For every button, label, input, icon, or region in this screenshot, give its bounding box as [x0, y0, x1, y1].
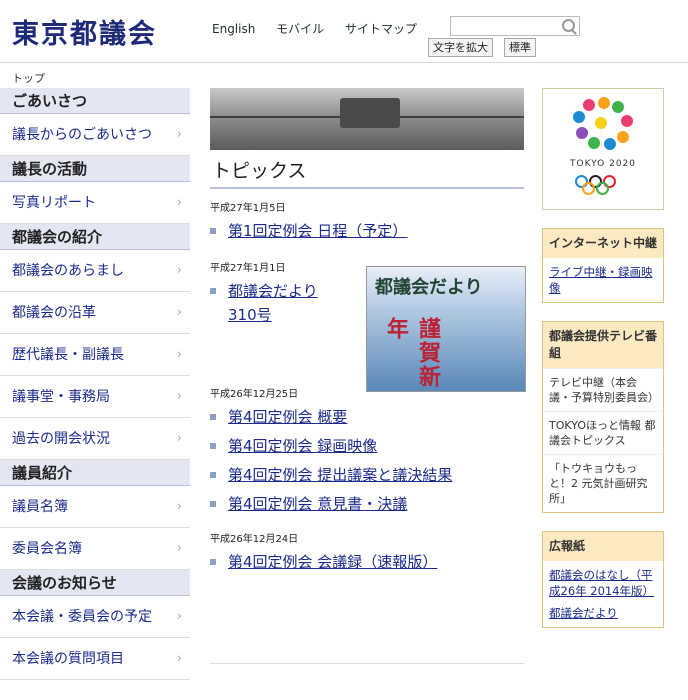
sidebar-item-past-chairs[interactable]: 歴代議長・副議長 › [0, 334, 190, 376]
news-link[interactable]: 第4回定例会 提出議案と議決結果 [210, 463, 524, 487]
pr-link[interactable]: 都議会のはなし（平成26年 2014年版） [543, 561, 663, 605]
mobile-link[interactable]: モバイル [276, 22, 324, 36]
news-date: 平成26年12月24日 [210, 534, 299, 545]
search-input[interactable] [450, 16, 580, 36]
pr-link[interactable]: 都議会だより [543, 605, 663, 627]
section-divider [210, 663, 524, 664]
news-date: 平成27年1月5日 [210, 203, 286, 214]
sidebar-item-past-sessions[interactable]: 過去の開会状況 › [0, 418, 190, 460]
chevron-right-icon: › [176, 347, 182, 362]
news-link[interactable]: 第4回定例会 意見書・決議 [210, 492, 524, 516]
main-content: トピックス 平成27年1月5日 第1回定例会 日程（予定） 平成27年1月1日 … [210, 88, 526, 664]
news-link[interactable]: 第1回定例会 日程（予定） [210, 219, 524, 243]
chevron-right-icon: › [176, 389, 182, 404]
sidebar-item-label: 写真リポート [12, 195, 96, 211]
chevron-right-icon: › [176, 127, 182, 142]
panel-heading: インターネット中継 [543, 229, 663, 258]
panel-heading: 広報紙 [543, 532, 663, 561]
news-link[interactable]: 都議会だより 310号 [210, 279, 348, 327]
sidebar-heading-chair-activity: 議長の活動 [0, 156, 190, 182]
sidebar-item-building-secretariat[interactable]: 議事堂・事務局 › [0, 376, 190, 418]
sidebar-item-label: 議事堂・事務局 [12, 389, 110, 405]
search-icon[interactable] [562, 19, 575, 32]
live-recorded-video-link[interactable]: ライブ中継・録画映像 [543, 258, 663, 302]
tv-program-item: テレビ中継（本会議・予算特別委員会） [543, 368, 663, 411]
sidebar-item-label: 本会議の質問項目 [12, 651, 124, 667]
news-link[interactable]: 第4回定例会 録画映像 [210, 434, 524, 458]
sidebar-item-label: 本会議・委員会の予定 [12, 609, 152, 625]
sidebar-item-label: 議員名簿 [12, 499, 68, 515]
tokyo-2020-banner[interactable]: TOKYO 2020 [542, 88, 664, 210]
newsletter-cover-title: 都議会だより [375, 277, 483, 298]
chevron-right-icon: › [176, 263, 182, 278]
tv-program-panel: 都議会提供テレビ番組 テレビ中継（本会議・予算特別委員会） TOKYOほっと情報… [542, 321, 664, 513]
sidebar-item-overview[interactable]: 都議会のあらまし › [0, 250, 190, 292]
chevron-right-icon: › [176, 651, 182, 666]
chevron-right-icon: › [176, 499, 182, 514]
sidebar-item-label: 歴代議長・副議長 [12, 347, 124, 363]
sidebar-item-label: 都議会のあらまし [12, 263, 124, 279]
sidebar-item-photo-report[interactable]: 写真リポート › [0, 182, 190, 224]
enlarge-text-button[interactable]: 文字を拡大 [428, 38, 493, 57]
sitemap-link[interactable]: サイトマップ [345, 22, 417, 36]
chevron-right-icon: › [176, 195, 182, 210]
sidebar-item-committee-list[interactable]: 委員会名簿 › [0, 528, 190, 570]
right-column: TOKYO 2020 インターネット中継 ライブ中継・録画映像 都議会提供テレビ… [542, 88, 664, 628]
news-link[interactable]: 第4回定例会 会議録（速報版） [210, 550, 524, 574]
sidebar-item-label: 委員会名簿 [12, 541, 82, 557]
tv-program-item: TOKYOほっと情報 都議会トピックス [543, 411, 663, 454]
news-link[interactable]: 第4回定例会 概要 [210, 405, 524, 429]
panel-heading[interactable]: 都議会提供テレビ番組 [543, 322, 663, 368]
sidebar-heading-assembly-intro: 都議会の紹介 [0, 224, 190, 250]
tokyo-2020-text: TOKYO 2020 [569, 159, 637, 169]
site-title[interactable]: 東京都議会 [12, 12, 157, 51]
internet-broadcast-panel: インターネット中継 ライブ中継・録画映像 [542, 228, 664, 303]
sidebar-item-history[interactable]: 都議会の沿革 › [0, 292, 190, 334]
site-header: 東京都議会 English モバイル サイトマップ 文字を拡大 標準 [0, 0, 688, 62]
sidebar-item-label: 都議会の沿革 [12, 305, 96, 321]
public-relations-panel: 広報紙 都議会のはなし（平成26年 2014年版） 都議会だより [542, 531, 664, 628]
sidebar-heading-greeting: ごあいさつ [0, 88, 190, 114]
standard-text-button[interactable]: 標準 [504, 38, 536, 57]
topics-heading: トピックス [210, 150, 524, 189]
chevron-right-icon: › [176, 305, 182, 320]
sidebar-item-label: 過去の開会状況 [12, 431, 110, 447]
sidebar-heading-meeting-notices: 会議のお知らせ [0, 570, 190, 596]
header-divider [0, 62, 688, 63]
assembly-hall-banner [210, 88, 524, 150]
sidebar-item-meeting-schedule[interactable]: 本会議・委員会の予定 › [0, 596, 190, 638]
english-link[interactable]: English [212, 22, 255, 36]
sidebar-nav: ごあいさつ 議長からのごあいさつ › 議長の活動 写真リポート › 都議会の紹介 都… [0, 88, 190, 680]
newsletter-cover-greeting: 謹賀新年 [383, 317, 440, 389]
sidebar-item-label: 議長からのごあいさつ [12, 127, 152, 143]
sidebar-item-question-topics[interactable]: 本会議の質問項目 › [0, 638, 190, 680]
chevron-right-icon: › [176, 541, 182, 556]
breadcrumb[interactable]: トップ [12, 70, 45, 86]
sidebar-item-member-list[interactable]: 議員名簿 › [0, 486, 190, 528]
newsletter-cover-image[interactable]: 都議会だより 謹賀新年 [366, 266, 526, 392]
top-links: English モバイル サイトマップ [212, 20, 434, 37]
sidebar-item-chair-greeting[interactable]: 議長からのごあいさつ › [0, 114, 190, 156]
chevron-right-icon: › [176, 609, 182, 624]
chevron-right-icon: › [176, 431, 182, 446]
sidebar-heading-members: 議員紹介 [0, 460, 190, 486]
tv-program-item: 「トウキョウもっと！2 元気計画研究所」 [543, 454, 663, 512]
